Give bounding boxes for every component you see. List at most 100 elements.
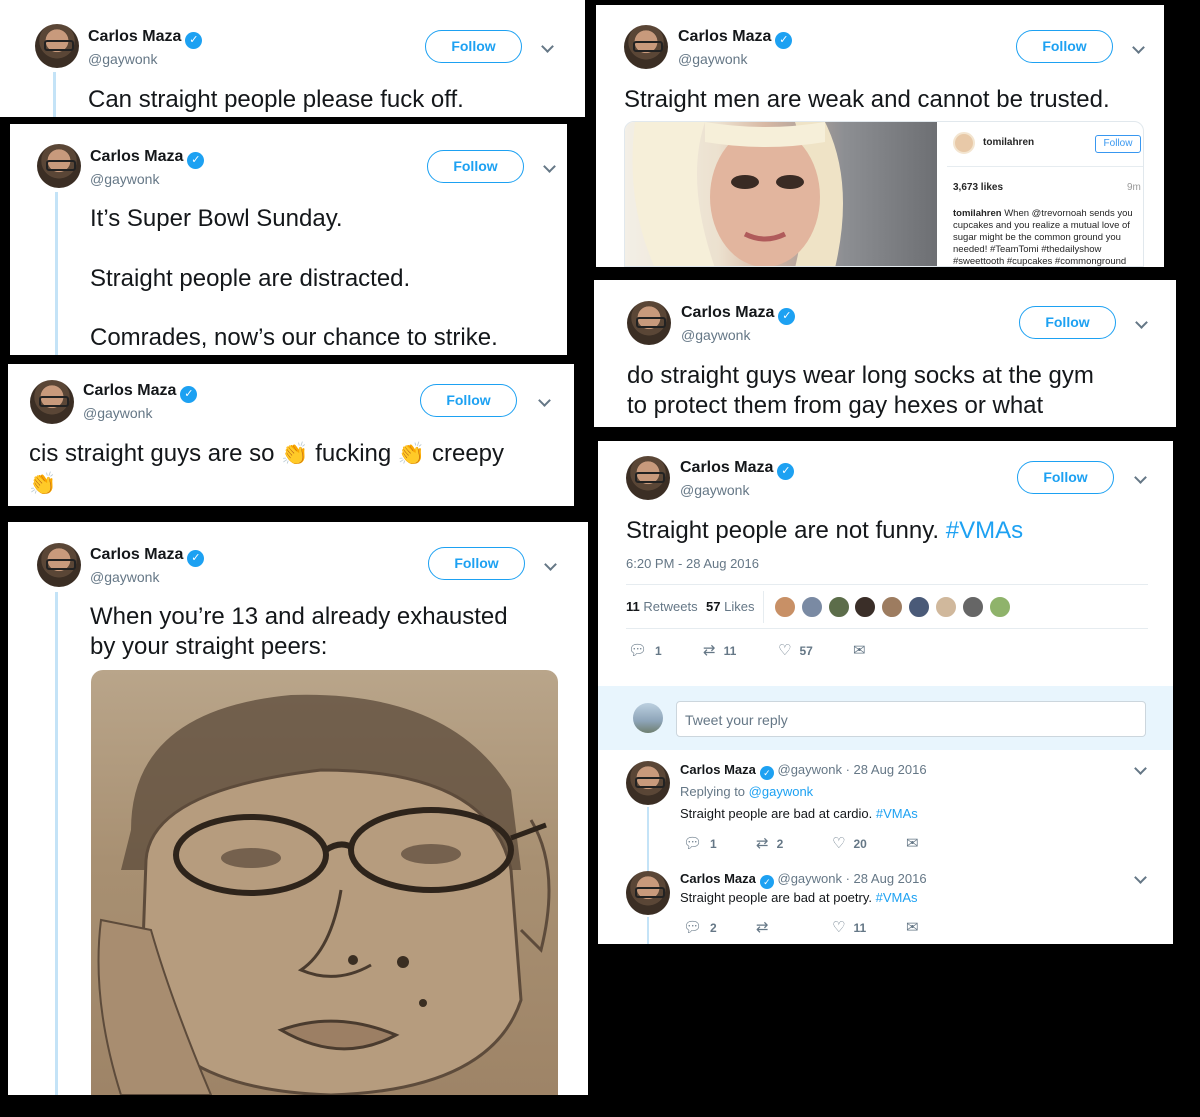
- author-name[interactable]: Carlos Maza ✓: [680, 459, 795, 480]
- avatar[interactable]: [626, 761, 670, 805]
- liker-avatar[interactable]: [801, 596, 823, 618]
- author-handle[interactable]: @gaywonk: [680, 482, 749, 498]
- embed-follow-button[interactable]: Follow: [1095, 135, 1141, 153]
- chevron-down-icon[interactable]: [538, 396, 550, 408]
- author-name[interactable]: Carlos Maza ✓: [678, 28, 793, 49]
- reply-text: Straight people are bad at cardio. #VMAs: [680, 806, 918, 821]
- likes-stat[interactable]: 57 Likes: [706, 599, 754, 614]
- tweet-text-line-2: Straight people are distracted.: [90, 265, 411, 292]
- verified-badge-icon: ✓: [187, 152, 205, 169]
- author-handle[interactable]: @gaywonk: [90, 171, 159, 187]
- like-action[interactable]: ♡ 11: [832, 918, 866, 936]
- sketch-image[interactable]: [91, 670, 558, 1095]
- chevron-down-icon[interactable]: [1134, 473, 1146, 485]
- verified-badge-icon: ✓: [759, 875, 774, 889]
- heart-icon: ♡: [778, 642, 792, 659]
- reply-input[interactable]: Tweet your reply: [676, 701, 1146, 737]
- chevron-down-icon[interactable]: [543, 162, 555, 174]
- follow-button[interactable]: Follow: [1019, 306, 1116, 339]
- tweet-text-line-1: do straight guys wear long socks at the …: [627, 362, 1094, 389]
- thread-line: [55, 592, 58, 1095]
- embed-photo-art: [632, 122, 843, 266]
- liker-avatar[interactable]: [881, 596, 903, 618]
- embed-caption: tomilahren When @trevornoah sends you cu…: [953, 208, 1133, 267]
- liker-avatar[interactable]: [828, 596, 850, 618]
- author-handle[interactable]: @gaywonk: [678, 51, 747, 67]
- avatar[interactable]: [626, 456, 670, 500]
- avatar[interactable]: [37, 144, 81, 188]
- tweet-text-line-1: When you’re 13 and already exhausted: [90, 603, 508, 630]
- liker-avatar[interactable]: [908, 596, 930, 618]
- tweet-card-1: Carlos Maza ✓ @gaywonk Follow Can straigh…: [0, 0, 585, 117]
- follow-button[interactable]: Follow: [420, 384, 517, 417]
- chevron-down-icon[interactable]: [1134, 764, 1146, 776]
- avatar[interactable]: [627, 301, 671, 345]
- tweet-card-3: Carlos Maza ✓ @gaywonk Follow cis straigh…: [8, 364, 574, 506]
- follow-button[interactable]: Follow: [427, 150, 524, 183]
- tweet-text: Straight people are not funny. #VMAs: [626, 517, 1024, 544]
- embed-username[interactable]: tomilahren: [983, 137, 1034, 148]
- heart-icon: ♡: [832, 835, 846, 852]
- reply-header: Carlos Maza ✓ @gaywonk · 28 Aug 2016: [680, 762, 927, 780]
- avatar[interactable]: [626, 871, 670, 915]
- author-name[interactable]: Carlos Maza ✓: [90, 546, 205, 567]
- tweet-card-6: Carlos Maza ✓ @gaywonk Follow do straight…: [594, 280, 1176, 427]
- retweet-action[interactable]: ⇄: [756, 918, 777, 936]
- author-name[interactable]: Carlos Maza ✓: [90, 148, 205, 169]
- author-handle[interactable]: @gaywonk: [90, 569, 159, 585]
- author-name[interactable]: Carlos Maza ✓: [83, 382, 198, 403]
- tweet-timestamp[interactable]: 6:20 PM - 28 Aug 2016: [626, 556, 759, 571]
- liker-avatar[interactable]: [854, 596, 876, 618]
- chevron-down-icon[interactable]: [1132, 43, 1144, 55]
- avatar[interactable]: [624, 25, 668, 69]
- tweet-card-5: Carlos Maza ✓ @gaywonk Follow Straight me…: [596, 5, 1164, 267]
- message-action[interactable]: ✉: [906, 834, 919, 852]
- embed-user-avatar: [953, 132, 975, 154]
- tweet-text-line-2: 👏: [29, 469, 56, 499]
- thread-line: [647, 917, 649, 944]
- author-handle[interactable]: @gaywonk: [88, 51, 157, 67]
- verified-badge-icon: ✓: [180, 386, 198, 403]
- retweet-action[interactable]: ⇄ 2: [756, 834, 783, 852]
- retweets-stat[interactable]: 11 Retweets: [626, 599, 698, 614]
- avatar[interactable]: [35, 24, 79, 68]
- message-icon: ✉: [906, 919, 919, 936]
- chevron-down-icon[interactable]: [1135, 318, 1147, 330]
- avatar[interactable]: [37, 543, 81, 587]
- chevron-down-icon[interactable]: [541, 42, 553, 54]
- follow-button[interactable]: Follow: [1017, 461, 1114, 494]
- instagram-embed[interactable]: tomilahren Follow 3,673 likes 9m tomilah…: [624, 121, 1144, 267]
- reply-action[interactable]: 💬︎ 1: [628, 641, 662, 659]
- liker-avatar[interactable]: [989, 596, 1011, 618]
- liker-avatar[interactable]: [774, 596, 796, 618]
- embed-likes: 3,673 likes: [953, 182, 1004, 193]
- tweet-text-line-2: by your straight peers:: [90, 633, 328, 660]
- retweet-icon: ⇄: [703, 642, 716, 659]
- follow-button[interactable]: Follow: [1016, 30, 1113, 63]
- like-action[interactable]: ♡ 20: [832, 834, 867, 852]
- viewer-avatar: [633, 703, 663, 733]
- tweet-text: cis straight guys are so 👏 fucking 👏 cre…: [29, 440, 505, 467]
- message-action[interactable]: ✉: [906, 918, 919, 936]
- reply-action[interactable]: 💬︎ 1: [683, 834, 717, 852]
- author-handle[interactable]: @gaywonk: [83, 405, 152, 421]
- divider: [626, 628, 1148, 629]
- author-name[interactable]: Carlos Maza ✓: [88, 28, 203, 49]
- retweet-action[interactable]: ⇄ 11: [703, 641, 736, 659]
- hashtag-link[interactable]: #VMAs: [946, 517, 1023, 544]
- verified-badge-icon: ✓: [187, 550, 205, 567]
- liker-avatar[interactable]: [935, 596, 957, 618]
- chevron-down-icon[interactable]: [1134, 873, 1146, 885]
- liker-avatar[interactable]: [962, 596, 984, 618]
- like-action[interactable]: ♡ 57: [778, 641, 813, 659]
- message-action[interactable]: ✉: [853, 641, 866, 659]
- follow-button[interactable]: Follow: [425, 30, 522, 63]
- avatar[interactable]: [30, 380, 74, 424]
- author-name[interactable]: Carlos Maza ✓: [681, 304, 796, 325]
- follow-button[interactable]: Follow: [428, 547, 525, 580]
- verified-badge-icon: ✓: [759, 766, 774, 780]
- thread-line: [647, 807, 649, 871]
- chevron-down-icon[interactable]: [544, 560, 556, 572]
- author-handle[interactable]: @gaywonk: [681, 327, 750, 343]
- reply-action[interactable]: 💬︎ 2: [683, 918, 717, 936]
